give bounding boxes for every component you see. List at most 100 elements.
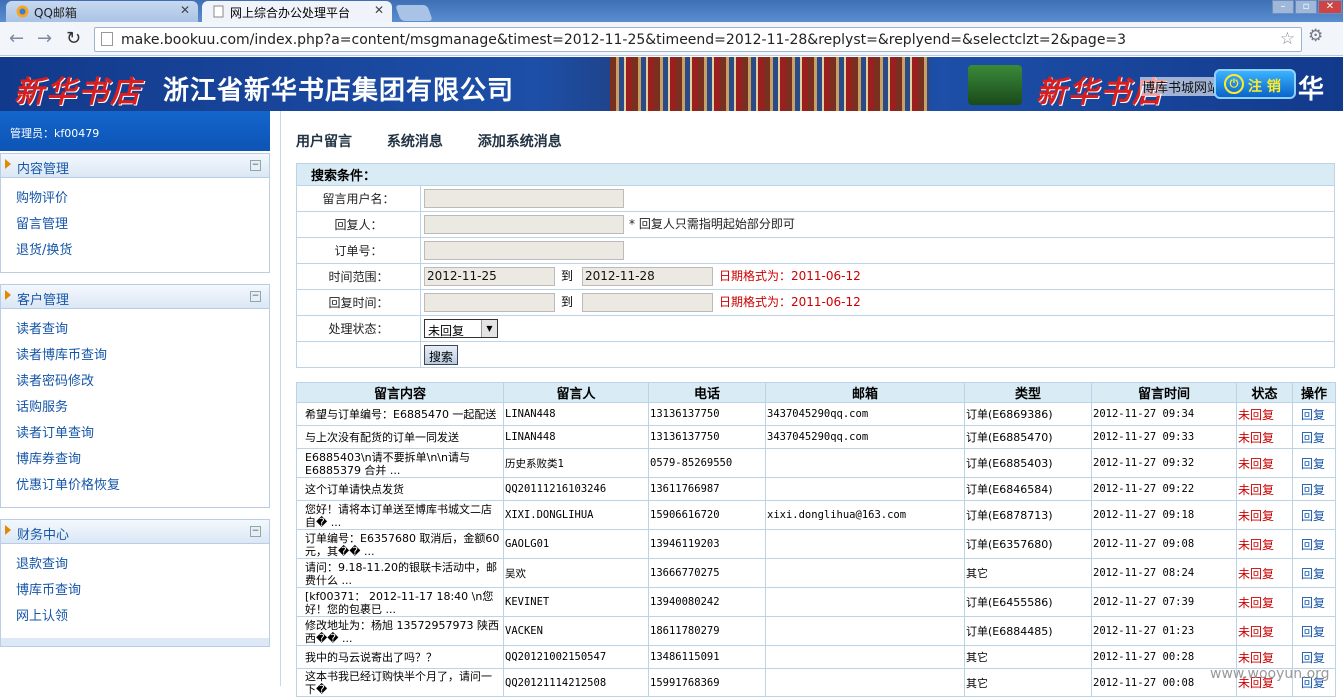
sidebar-item[interactable]: 退款查询 [16,552,269,578]
reply-link[interactable]: 回复 [1292,529,1336,559]
cell-type: 订单(E6884485) [964,616,1092,646]
sidebar-item[interactable]: 购物评价 [16,186,269,212]
tab-label: 网上综合办公处理平台 [230,6,351,20]
cell-time: 2012-11-27 08:24 [1091,558,1237,588]
logout-button[interactable]: ⏻ 注 销 [1214,69,1296,99]
reply-link[interactable]: 回复 [1292,587,1336,617]
section-header[interactable]: 财务中心 − [1,520,269,544]
collapse-icon[interactable]: − [250,160,261,171]
sidebar-item[interactable]: 话购服务 [16,395,269,421]
to-label: 到 [561,269,574,283]
cell-content: 与上次没有配货的订单一同发送 [296,425,504,449]
col-header: 类型 [964,382,1092,403]
tab-label: QQ邮箱 [34,6,77,20]
cell-type: 订单(E6885470) [964,425,1092,449]
search-caption: 搜索条件： [296,163,1335,186]
bookmark-star-icon[interactable]: ☆ [1280,29,1295,49]
close-tab-icon[interactable]: ✕ [374,3,384,17]
cell-type: 其它 [964,645,1092,669]
table-row: 希望与订单编号：E6885470 一起配送 LINAN448 13136137750… [296,402,1336,426]
col-header: 操作 [1292,382,1336,403]
sidebar-item[interactable]: 网上认领 [16,604,269,630]
banner-tail-text: 华书 [1298,75,1325,105]
sidebar-item[interactable]: 读者查询 [16,317,269,343]
collapse-icon[interactable]: − [250,291,261,302]
search-button[interactable]: 搜索 [424,344,459,365]
main-content: 用户留言 系统消息 添加系统消息 搜索条件： 留言用户名： 回复人： * 回复人… [280,111,1343,697]
col-header: 留言时间 [1091,382,1237,403]
cell-content: 请问：9.18-11.20的银联卡活动中，邮费什么 ... [296,558,504,588]
reply-time-label: 回复时间： [296,289,421,316]
forward-icon[interactable]: → [37,28,52,49]
user-label: 留言用户名： [296,185,421,212]
cell-user: QQ20111216103246 [503,477,649,501]
watermark: www.wooyun.org [1210,666,1330,682]
reply-link[interactable]: 回复 [1292,448,1336,478]
section-customer-management: 客户管理 − 读者查询 读者博库币查询 读者密码修改 话购服务 读者订单查询 博库… [0,284,270,508]
close-tab-icon[interactable]: ✕ [180,3,190,17]
section-title: 客户管理 [17,293,70,308]
cell-email [765,448,965,478]
section-content-management: 内容管理 − 购物评价 留言管理 退货/换货 [0,153,270,273]
cell-time: 2012-11-27 09:32 [1091,448,1237,478]
date-format-note: 日期格式为：2011-06-12 [719,295,861,309]
tab-add-system-message[interactable]: 添加系统消息 [478,134,562,150]
reply-start-input[interactable] [424,293,555,312]
sidebar-item[interactable]: 读者密码修改 [16,369,269,395]
address-bar[interactable]: make.bookuu.com/index.php?a=content/msgm… [94,27,1302,52]
collapse-icon[interactable]: − [250,526,261,537]
tab-office-platform[interactable]: 网上综合办公处理平台 ✕ [202,1,392,22]
wrench-menu-icon[interactable]: ⚙ [1308,26,1323,46]
time-range-label: 时间范围： [296,263,421,290]
status-select[interactable]: 未回复 ▼ [424,319,498,338]
cell-type: 其它 [964,668,1092,697]
site-link[interactable]: 博库书城网站 [1140,77,1223,96]
reply-link[interactable]: 回复 [1292,616,1336,646]
tab-user-messages[interactable]: 用户留言 [296,134,352,150]
reply-link[interactable]: 回复 [1292,425,1336,449]
dropdown-arrow-icon: ▼ [481,320,497,337]
time-end-input[interactable]: 2012-11-28 [582,267,714,286]
arrow-icon [5,290,11,300]
cell-email [765,668,965,697]
tab-system-messages[interactable]: 系统消息 [387,134,443,150]
time-start-input[interactable]: 2012-11-25 [424,267,555,286]
cell-time: 2012-11-27 09:08 [1091,529,1237,559]
reload-icon[interactable]: ↻ [66,28,81,49]
minimize-icon[interactable]: – [1272,0,1294,14]
sidebar-item[interactable]: 退货/换货 [16,238,269,264]
col-header: 邮箱 [765,382,965,403]
cell-phone: 18611780279 [648,616,766,646]
replier-input[interactable] [424,215,624,234]
sidebar-item[interactable]: 优惠订单价格恢复 [16,473,269,499]
username-input[interactable] [424,189,624,208]
close-window-icon[interactable]: ✕ [1318,0,1342,14]
books-icon [968,65,1022,105]
maximize-icon[interactable]: ▫ [1295,0,1317,14]
sidebar-item[interactable]: 读者订单查询 [16,421,269,447]
page-favicon-icon [212,5,225,18]
cell-phone: 13486115091 [648,645,766,669]
cell-user: VACKEN [503,616,649,646]
cell-time: 2012-11-27 09:18 [1091,500,1237,530]
reply-link[interactable]: 回复 [1292,558,1336,588]
sidebar-item[interactable]: 博库币查询 [16,578,269,604]
new-tab-button[interactable] [395,5,433,21]
sidebar-item[interactable]: 留言管理 [16,212,269,238]
order-input[interactable] [424,241,624,260]
reply-link[interactable]: 回复 [1292,500,1336,530]
back-icon[interactable]: ← [9,28,24,49]
tab-qqmail[interactable]: QQ邮箱 ✕ [6,1,198,22]
reply-link[interactable]: 回复 [1292,402,1336,426]
section-header[interactable]: 客户管理 − [1,285,269,309]
order-label: 订单号： [296,237,421,264]
replier-label: 回复人： [296,211,421,238]
sidebar-item[interactable]: 读者博库币查询 [16,343,269,369]
sidebar-item[interactable]: 博库券查询 [16,447,269,473]
reply-end-input[interactable] [582,293,714,312]
cell-email: xixi.donglihua@163.com [765,500,965,530]
cell-content: 希望与订单编号：E6885470 一起配送 [296,402,504,426]
section-header[interactable]: 内容管理 − [1,154,269,178]
reply-link[interactable]: 回复 [1292,477,1336,501]
cell-content: E6885403\n请不要拆单\n\n请与E6885379 合并 ... [296,448,504,478]
